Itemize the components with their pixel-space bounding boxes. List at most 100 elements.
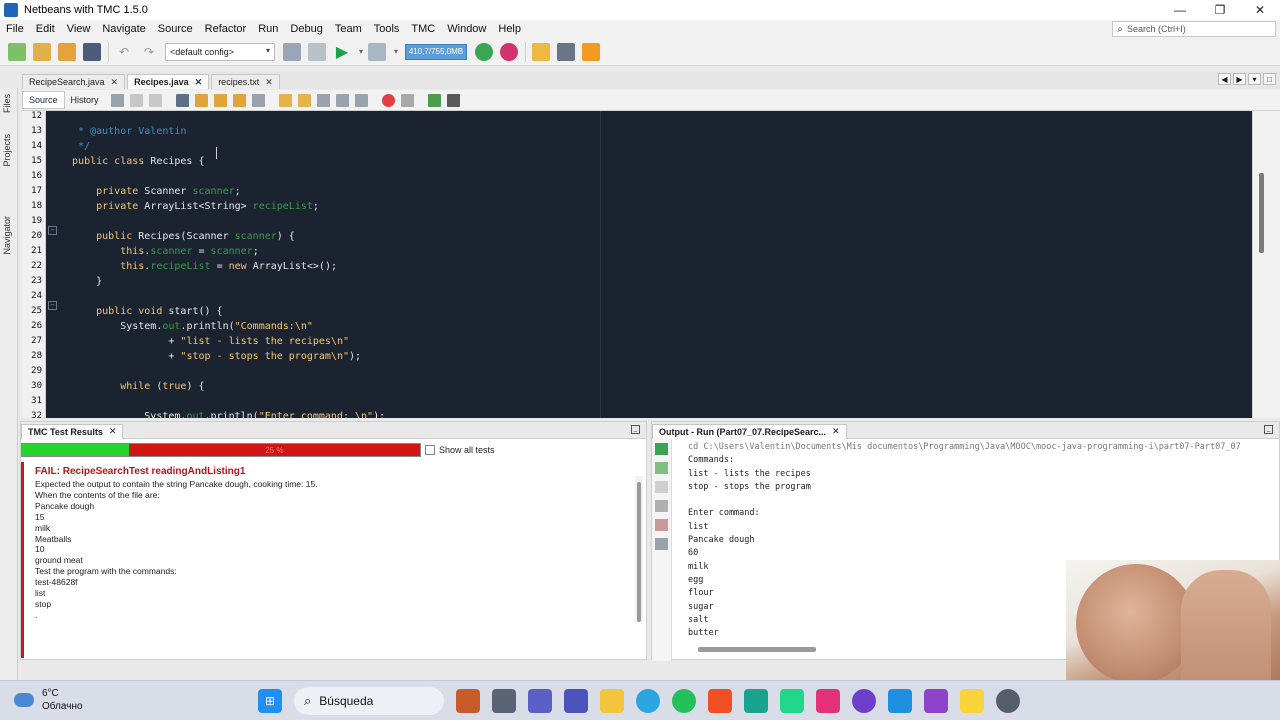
tmc-open-browser-icon[interactable] [557, 42, 575, 61]
next-bookmark-icon[interactable] [297, 93, 311, 107]
debug-icon[interactable] [368, 42, 386, 61]
save-all-icon[interactable] [83, 42, 101, 61]
fold-toggle-icon[interactable]: − [48, 301, 57, 310]
menu-file[interactable]: File [0, 23, 30, 35]
menu-window[interactable]: Window [441, 23, 492, 35]
show-opened-documents-icon[interactable]: ▾ [1248, 73, 1261, 85]
back-icon[interactable] [129, 93, 143, 107]
editor-vertical-scrollbar[interactable] [1252, 111, 1270, 418]
close-icon[interactable]: ✕ [832, 426, 840, 437]
config-select[interactable]: <default config> ▾ [165, 42, 275, 61]
obs-icon[interactable] [996, 689, 1020, 713]
tmc-run-tests-icon[interactable] [475, 42, 493, 61]
task-view-icon[interactable] [492, 689, 516, 713]
side-tab-files[interactable]: Files [2, 94, 12, 113]
run-dropdown-icon[interactable]: ▾ [358, 43, 364, 61]
tmc-download-icon[interactable] [532, 42, 550, 61]
github-desktop-icon[interactable] [852, 689, 876, 713]
source-tab[interactable]: Source [22, 91, 65, 109]
tab-recipes-java[interactable]: Recipes.java ✕ [127, 74, 210, 89]
pycharm-icon[interactable] [780, 689, 804, 713]
rerun-with-args-icon[interactable] [655, 462, 668, 474]
start-macro-icon[interactable] [381, 93, 395, 107]
toggle-rect-selection-icon[interactable] [251, 93, 265, 107]
weather-widget[interactable]: 6°C Облачно [14, 687, 83, 713]
scrollbar-thumb[interactable] [1259, 173, 1264, 253]
results-scrollbar[interactable] [635, 476, 643, 622]
menu-refactor[interactable]: Refactor [199, 23, 253, 35]
debug-dropdown-icon[interactable]: ▾ [393, 43, 399, 61]
side-tab-navigator[interactable]: Navigator [2, 216, 12, 255]
sticky-notes-icon[interactable] [960, 689, 984, 713]
new-file-icon[interactable] [8, 42, 26, 61]
fold-toggle-icon[interactable]: − [48, 226, 57, 235]
stop-macro-icon[interactable] [400, 93, 414, 107]
maximize-window-icon[interactable]: □ [1263, 73, 1276, 85]
chat-icon[interactable] [528, 689, 552, 713]
intellij-icon[interactable] [816, 689, 840, 713]
minimize-panel-icon[interactable]: _ [631, 425, 640, 434]
vscode-icon[interactable] [888, 689, 912, 713]
scrollbar-thumb[interactable] [637, 482, 641, 622]
game-icon[interactable] [456, 689, 480, 713]
tmc-submit-icon[interactable] [500, 42, 518, 61]
output-horizontal-scrollbar[interactable] [698, 647, 816, 652]
history-tab[interactable]: History [65, 92, 105, 108]
show-all-tests-checkbox[interactable]: Show all tests [425, 445, 495, 455]
build-icon[interactable] [283, 42, 301, 61]
shift-right-icon[interactable] [354, 93, 368, 107]
clear-icon[interactable] [655, 519, 668, 531]
comment-icon[interactable] [427, 93, 441, 107]
minimize-button[interactable]: — [1160, 0, 1200, 20]
scroll-tabs-right-icon[interactable]: ▶ [1233, 73, 1246, 85]
open-project-icon[interactable] [58, 42, 76, 61]
taskbar-search[interactable]: ⌕ Búsqueda [294, 687, 444, 715]
undo-icon[interactable]: ↶ [115, 43, 133, 61]
wrap-icon[interactable] [655, 538, 668, 550]
close-icon[interactable]: ✕ [111, 77, 119, 88]
minimize-panel-icon[interactable]: _ [1264, 425, 1273, 434]
stop-icon[interactable] [655, 481, 668, 493]
new-project-icon[interactable] [33, 42, 51, 61]
menu-help[interactable]: Help [492, 23, 527, 35]
teams-icon[interactable] [564, 689, 588, 713]
whatsapp-icon[interactable] [672, 689, 696, 713]
netbeans-taskbar-icon[interactable] [744, 689, 768, 713]
run-icon[interactable]: ▶ [333, 43, 351, 61]
start-icon[interactable]: ⊞ [258, 689, 282, 713]
close-icon[interactable]: ✕ [109, 426, 117, 437]
menu-team[interactable]: Team [329, 23, 368, 35]
menu-source[interactable]: Source [152, 23, 199, 35]
find-icon[interactable] [175, 93, 189, 107]
brave-icon[interactable] [708, 689, 732, 713]
code-editor[interactable]: 12 13 14 15 16 17 18 19 20 21 22 23 24 25 26 27 28 29 30 31… [22, 111, 1252, 418]
telegram-icon[interactable] [636, 689, 660, 713]
settings-icon[interactable] [655, 500, 668, 512]
menu-navigate[interactable]: Navigate [96, 23, 151, 35]
quick-search-input[interactable]: ⌕ Search (Ctrl+I) [1112, 21, 1276, 37]
tab-tmc-test-results[interactable]: TMC Test Results ✕ [21, 423, 124, 439]
side-tab-projects[interactable]: Projects [2, 134, 12, 167]
menu-tools[interactable]: Tools [368, 23, 406, 35]
find-previous-icon[interactable] [194, 93, 208, 107]
menu-debug[interactable]: Debug [284, 23, 328, 35]
file-explorer-icon[interactable] [600, 689, 624, 713]
last-edit-icon[interactable] [110, 93, 124, 107]
tab-recipes-txt[interactable]: recipes.txt ✕ [211, 74, 280, 89]
menu-view[interactable]: View [61, 23, 97, 35]
forward-icon[interactable] [148, 93, 162, 107]
menu-run[interactable]: Run [252, 23, 284, 35]
clean-build-icon[interactable] [308, 42, 326, 61]
visual-studio-icon[interactable] [924, 689, 948, 713]
toggle-highlight-icon[interactable] [232, 93, 246, 107]
close-icon[interactable]: ✕ [195, 77, 203, 88]
redo-icon[interactable]: ↷ [140, 43, 158, 61]
menu-edit[interactable]: Edit [30, 23, 61, 35]
shift-left-icon[interactable] [335, 93, 349, 107]
uncomment-icon[interactable] [446, 93, 460, 107]
maximize-button[interactable]: ❐ [1200, 0, 1240, 20]
find-next-icon[interactable] [213, 93, 227, 107]
checkbox-icon[interactable] [425, 445, 435, 455]
tab-output-run[interactable]: Output - Run (Part07_07.RecipeSearc... ✕ [652, 423, 847, 439]
tab-recipesearch-java[interactable]: RecipeSearch.java ✕ [22, 74, 126, 89]
